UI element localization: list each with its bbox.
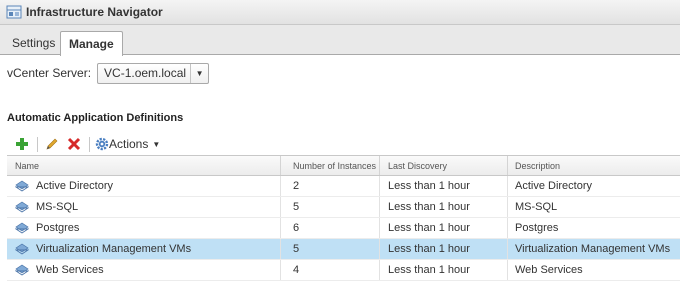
cell-name: MS-SQL (7, 197, 281, 217)
toolbar-divider (37, 136, 38, 152)
cell-instances: 5 (281, 239, 380, 259)
app-name: Virtualization Management VMs (36, 243, 192, 255)
application-icon (15, 264, 29, 276)
cell-last-discovery: Less than 1 hour (380, 239, 508, 259)
tab-settings[interactable]: Settings (4, 31, 63, 55)
cell-instances: 6 (281, 218, 380, 238)
edit-button[interactable] (43, 135, 61, 153)
app-name: MS-SQL (36, 201, 79, 213)
actions-label: Actions (109, 137, 149, 151)
tab-bar: Settings Manage (0, 25, 680, 56)
section-title: Automatic Application Definitions (7, 112, 184, 124)
app-name: Active Directory (36, 180, 114, 192)
application-icon (15, 222, 29, 234)
cell-last-discovery: Less than 1 hour (380, 218, 508, 238)
infrastructure-navigator-icon (6, 5, 22, 19)
cell-description: Web Services (515, 264, 583, 276)
application-icon (15, 243, 29, 255)
application-definitions-grid: Name Number of Instances Last Discovery … (7, 155, 680, 281)
table-row[interactable]: Web Services 4 Less than 1 hour Web Service… (7, 260, 680, 281)
column-header-instances[interactable]: Number of Instances (281, 156, 380, 175)
application-icon (15, 201, 29, 213)
plus-icon (16, 138, 28, 150)
window-titlebar: Infrastructure Navigator (0, 0, 680, 25)
vcenter-server-row: vCenter Server: VC-1.oem.local ▼ (7, 62, 210, 84)
column-header-last-discovery[interactable]: Last Discovery (380, 156, 508, 175)
delete-button[interactable] (65, 135, 83, 153)
table-row[interactable]: Postgres 6 Less than 1 hour Postgres (7, 218, 680, 239)
window-title: Infrastructure Navigator (26, 5, 163, 19)
table-row[interactable]: Active Directory 2 Less than 1 hour Active … (7, 176, 680, 197)
cell-name: Virtualization Management VMs (7, 239, 281, 259)
add-button[interactable] (13, 135, 31, 153)
table-row[interactable]: MS-SQL 5 Less than 1 hour MS-SQL (7, 197, 680, 218)
table-row[interactable]: Virtualization Management VMs 5 Less than … (7, 239, 680, 260)
column-header-name[interactable]: Name (7, 156, 281, 175)
app-name: Postgres (36, 222, 80, 234)
app-name: Web Services (36, 264, 104, 276)
column-header-description[interactable]: Description (508, 156, 680, 175)
toolbar: Actions ▼ (13, 135, 160, 153)
cell-last-discovery: Less than 1 hour (380, 176, 508, 196)
vcenter-server-label: vCenter Server: (7, 66, 92, 80)
toolbar-divider (89, 136, 90, 152)
vcenter-server-value: VC-1.oem.local (104, 66, 187, 80)
gear-icon (95, 137, 109, 151)
cell-description: MS-SQL (515, 201, 558, 213)
vcenter-server-select[interactable]: VC-1.oem.local ▼ (97, 62, 210, 84)
cell-name: Active Directory (7, 176, 281, 196)
chevron-down-icon[interactable]: ▼ (190, 63, 208, 83)
pencil-icon (46, 138, 58, 150)
cell-instances: 5 (281, 197, 380, 217)
cell-description: Postgres (515, 222, 559, 234)
grid-header: Name Number of Instances Last Discovery … (7, 155, 680, 176)
cell-instances: 4 (281, 260, 380, 280)
tab-manage[interactable]: Manage (60, 31, 123, 56)
cell-description: Virtualization Management VMs (515, 243, 671, 255)
application-icon (15, 180, 29, 192)
delete-x-icon (67, 137, 81, 151)
cell-name: Web Services (7, 260, 281, 280)
actions-menu-button[interactable]: Actions ▼ (95, 137, 160, 151)
cell-last-discovery: Less than 1 hour (380, 260, 508, 280)
chevron-down-icon: ▼ (152, 139, 161, 149)
cell-description: Active Directory (515, 180, 593, 192)
cell-instances: 2 (281, 176, 380, 196)
cell-last-discovery: Less than 1 hour (380, 197, 508, 217)
cell-name: Postgres (7, 218, 281, 238)
grid-body: Active Directory 2 Less than 1 hour Active … (7, 176, 680, 281)
